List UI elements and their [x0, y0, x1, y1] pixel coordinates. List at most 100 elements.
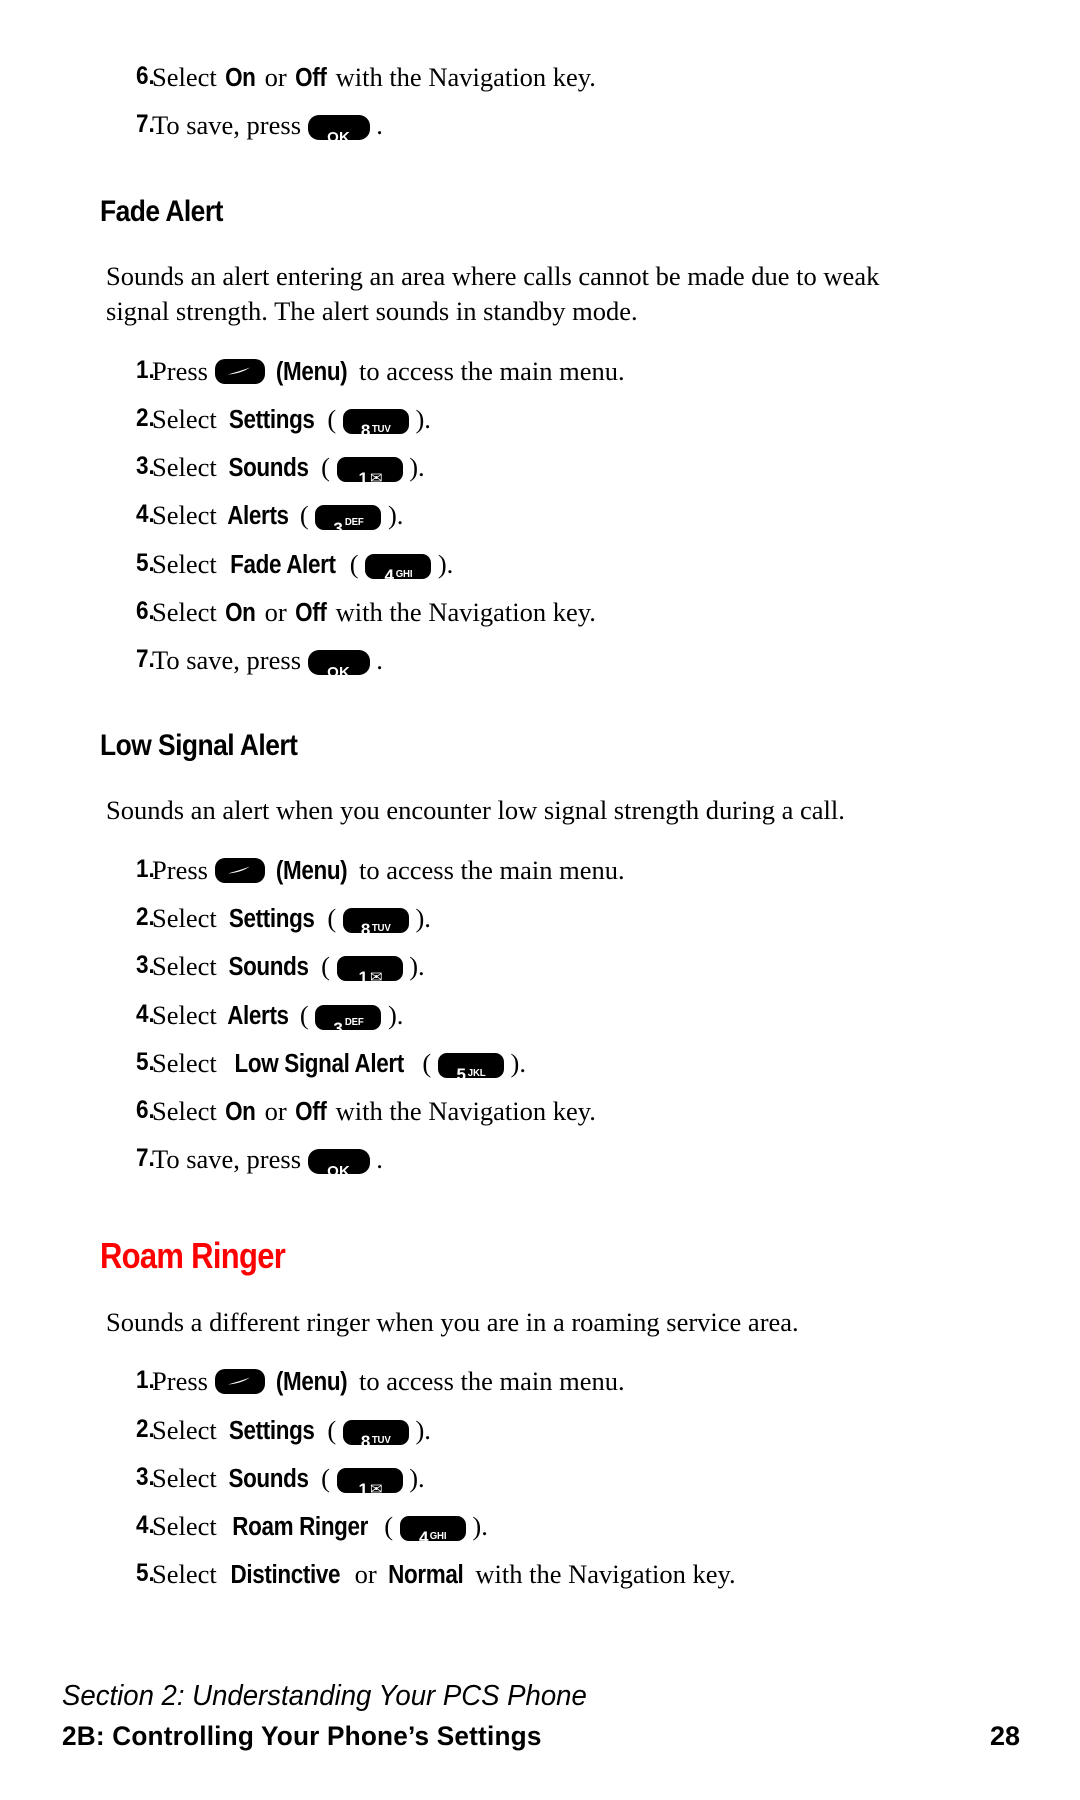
paren-open: (	[320, 903, 343, 934]
list-item: 4. Select Alerts ( 3 DEF ).	[100, 500, 980, 537]
step-text-post: with the Navigation key.	[328, 596, 596, 627]
step-text-post: with the Navigation key.	[328, 1096, 596, 1127]
paren-open: (	[314, 452, 337, 483]
list-item: 2. Select Settings ( 8 TUV ).	[100, 403, 980, 439]
list-item: 1. Press (Menu) to access the main menu.	[100, 855, 980, 886]
key-letters: TUV	[372, 1433, 391, 1446]
ok-key-icon: OK	[307, 115, 370, 145]
key-letters: GHI	[395, 567, 413, 580]
page-number: 28	[989, 1721, 1020, 1751]
step-text-space	[265, 1366, 272, 1396]
key-letters: JKL	[467, 1066, 486, 1079]
step-number: 1.	[136, 355, 155, 384]
key-digit: 8	[360, 420, 371, 440]
step-text-post: with the Navigation key.	[328, 62, 596, 92]
key-digit: 1	[358, 469, 368, 489]
menu-label: (Menu)	[276, 357, 348, 386]
option-on-label: On	[225, 64, 256, 92]
step-text-pre: Select	[152, 1462, 224, 1493]
option-on-label: On	[225, 1098, 256, 1127]
step-text-post: to access the main menu.	[352, 854, 625, 885]
step-text-pre: To save, press	[152, 1144, 308, 1175]
menu-softkey-icon	[214, 1369, 265, 1395]
keypad-key-3-icon: 3 DEF	[315, 1004, 382, 1037]
menu-softkey-icon	[214, 358, 265, 384]
list-item: 1. Press (Menu) to access the main menu.	[100, 1366, 980, 1397]
option-on-label: On	[225, 598, 256, 627]
key-letters: TUV	[372, 922, 391, 935]
step-text-pre: Select	[152, 403, 224, 434]
list-item: 6. Select On or Off with the Navigation k…	[100, 1096, 980, 1127]
paren-close: ).	[402, 452, 425, 483]
paren-close: ).	[408, 1414, 431, 1445]
step-text-pre: Select	[152, 596, 224, 627]
step-text-pre: Select	[152, 1096, 224, 1127]
step-text-post: .	[369, 645, 383, 676]
list-item: 7. To save, press OK .	[100, 110, 980, 145]
option-normal-label: Normal	[388, 1561, 464, 1590]
key-digit: 8	[360, 920, 371, 940]
menu-option-sounds: Sounds	[228, 1464, 310, 1493]
menu-option-sounds: Sounds	[228, 454, 310, 483]
step-number: 4.	[136, 500, 155, 529]
key-letters: GHI	[430, 1530, 447, 1543]
paren-close: ).	[408, 403, 431, 434]
step-text-space	[265, 356, 272, 386]
paren-open: (	[415, 1047, 438, 1078]
key-digit: 3	[333, 1018, 343, 1038]
step-text-post: to access the main menu.	[352, 1366, 625, 1397]
step-text-pre: Select	[152, 1047, 224, 1078]
step-text-pre: Select	[152, 903, 224, 934]
step-number: 6.	[136, 1096, 155, 1125]
step-number: 5.	[136, 1559, 155, 1588]
paren-open: (	[293, 999, 316, 1030]
list-item: 4. Select Alerts ( 3 DEF ).	[100, 999, 980, 1037]
step-text-mid: or	[347, 1559, 384, 1590]
step-text-pre: Select	[152, 548, 224, 579]
list-item: 3. Select Sounds ( 1 ✉ ).	[100, 951, 980, 986]
step-text-post: .	[369, 110, 383, 141]
heading-roam-ringer: Roam Ringer	[100, 1234, 286, 1276]
paren-close: ).	[381, 999, 404, 1030]
step-text-pre: To save, press	[152, 110, 308, 141]
footer-section-title: Section 2: Understanding Your PCS Phone	[62, 1680, 587, 1712]
step-text-mid: or	[258, 596, 294, 627]
keypad-key-5-icon: 5 JKL	[437, 1052, 504, 1083]
step-number: 1.	[136, 854, 155, 883]
ok-key-label: OK	[327, 664, 351, 682]
heading-fade-alert: Fade Alert	[100, 194, 223, 228]
keypad-key-1-icon: 1 ✉	[336, 956, 403, 986]
list-item: 5. Select Fade Alert ( 4 GHI ).	[100, 548, 980, 584]
page-footer: Section 2: Understanding Your PCS Phone …	[62, 1680, 1020, 1752]
option-distinctive-label: Distinctive	[230, 1561, 341, 1590]
step-number: 7.	[136, 110, 155, 139]
keypad-key-4-icon: 4 GHI	[399, 1516, 466, 1546]
heading-low-signal-alert: Low Signal Alert	[100, 729, 298, 763]
step-number: 6.	[136, 596, 155, 625]
paren-close: ).	[381, 500, 404, 531]
menu-option-alerts: Alerts	[227, 1001, 290, 1030]
step-number: 4.	[136, 999, 155, 1028]
body-fade-alert: Sounds an alert entering an area where c…	[106, 260, 880, 327]
list-item: 4. Select Roam Ringer ( 4 GHI ).	[100, 1511, 980, 1546]
steps-roam-ringer: 1. Press (Menu) to access the main menu. …	[100, 1366, 980, 1590]
menu-option-fade-alert: Fade Alert	[230, 550, 337, 579]
ok-key-icon: OK	[307, 650, 370, 680]
step-number: 3.	[136, 951, 155, 980]
paren-open: (	[320, 403, 343, 434]
step-text-mid: or	[258, 1096, 294, 1127]
paren-close: ).	[431, 548, 454, 579]
step-number: 2.	[136, 903, 155, 932]
step-number: 2.	[136, 1414, 155, 1443]
step-text-pre: Select	[152, 1511, 224, 1542]
step-number: 5.	[136, 548, 155, 577]
paren-close: ).	[408, 903, 431, 934]
list-item: 3. Select Sounds ( 1 ✉ ).	[100, 452, 980, 487]
keypad-key-8-icon: 8 TUV	[342, 908, 409, 938]
list-item: 2. Select Settings ( 8 TUV ).	[100, 903, 980, 938]
